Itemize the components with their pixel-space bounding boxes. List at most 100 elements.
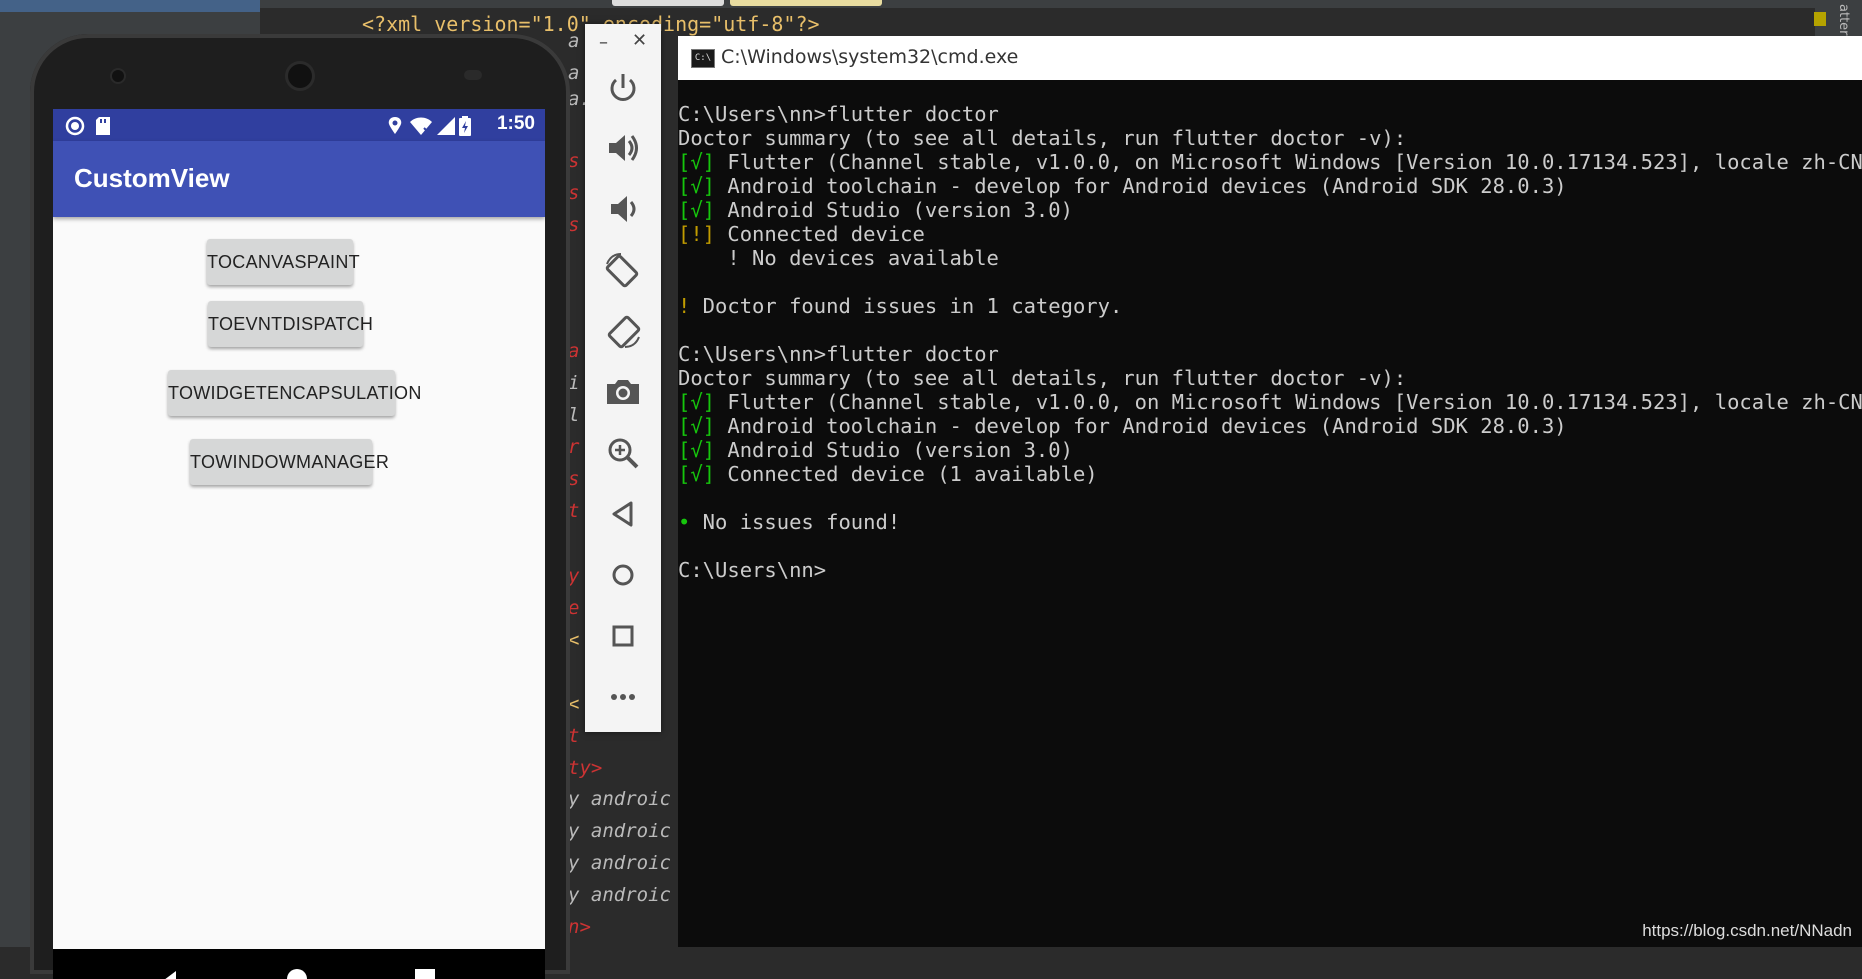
battery-icon	[459, 116, 471, 136]
signal-icon	[437, 117, 455, 135]
cmd-line: ! Doctor found issues in 1 category.	[678, 294, 1862, 318]
phone-camera	[112, 70, 124, 82]
ide-tab-active[interactable]	[730, 0, 882, 6]
cmd-text-segment: [√]	[678, 174, 716, 198]
cmd-text-segment: [√]	[678, 414, 716, 438]
cmd-line	[678, 318, 1862, 342]
camera-icon[interactable]	[603, 372, 643, 412]
cmd-line: [!] Connected device	[678, 222, 1862, 246]
cmd-text-segment: Doctor summary (to see all details, run …	[678, 366, 1407, 390]
cmd-line: [√] Connected device (1 available)	[678, 462, 1862, 486]
ide-code-fragment: y androic	[568, 884, 671, 906]
cmd-text-segment: Doctor summary (to see all details, run …	[678, 126, 1407, 150]
navigation-bar	[53, 949, 545, 979]
cmd-text-segment: No issues found!	[690, 510, 901, 534]
nav-back-icon[interactable]	[148, 969, 178, 979]
ide-tab-bar	[260, 0, 1862, 8]
cmd-text-segment: [√]	[678, 198, 716, 222]
cmd-text-segment: •	[678, 510, 691, 534]
ide-code-fragment: ty>	[568, 757, 603, 779]
cmd-line	[678, 534, 1862, 558]
app-bar: CustomView	[53, 141, 545, 217]
rotate-left-icon[interactable]	[603, 250, 643, 290]
cmd-text-segment: Connected device	[715, 222, 925, 246]
emulator-minimize-button[interactable]: –	[599, 32, 608, 53]
cmd-text-segment: Android toolchain - develop for Android …	[715, 414, 1567, 438]
cmd-line: [√] Android Studio (version 3.0)	[678, 438, 1862, 462]
cmd-text-segment: [√]	[678, 150, 716, 174]
cmd-line: [√] Android Studio (version 3.0)	[678, 198, 1862, 222]
cmd-line: Doctor summary (to see all details, run …	[678, 366, 1862, 390]
phone-screen[interactable]: 1:50 CustomView TOCANVASPAINT TOEVNTDISP…	[53, 109, 545, 979]
nav-overview-icon[interactable]	[413, 967, 437, 979]
cmd-text-segment: [√]	[678, 462, 716, 486]
zoom-icon[interactable]	[603, 433, 643, 473]
to-widget-encapsulation-button[interactable]: TOWIDGETENCAPSULATION	[168, 370, 421, 416]
cmd-text-segment: !	[678, 294, 691, 318]
cmd-text-segment: Flutter (Channel stable, v1.0.0, on Micr…	[715, 390, 1862, 414]
status-bar: 1:50	[53, 109, 545, 141]
power-icon[interactable]	[603, 68, 643, 108]
ide-code-fragment: n>	[568, 916, 591, 938]
cmd-text-segment: [√]	[678, 438, 716, 462]
more-icon[interactable]	[603, 677, 643, 717]
cmd-window[interactable]: C:\ C:\Windows\system32\cmd.exe C:\Users…	[678, 36, 1862, 947]
back-icon[interactable]	[603, 494, 643, 534]
cmd-text-segment: Android toolchain - develop for Android …	[715, 174, 1567, 198]
cmd-line: C:\Users\nn>flutter doctor	[678, 102, 1862, 126]
ide-code-fragment: y androic	[568, 852, 671, 874]
cmd-line: [√] Android toolchain - develop for Andr…	[678, 414, 1862, 438]
ide-code-fragment: a	[568, 30, 580, 52]
to-event-dispatch-button[interactable]: TOEVNTDISPATCH	[208, 301, 373, 347]
location-icon	[388, 117, 402, 134]
cmd-text-segment: ! No devices available	[678, 246, 999, 270]
phone-sensor	[464, 70, 482, 80]
cmd-text-segment: C:\Users\nn>flutter doctor	[678, 102, 999, 126]
app-title: CustomView	[74, 163, 230, 193]
cmd-text-segment: [√]	[678, 390, 716, 414]
cmd-output[interactable]: C:\Users\nn>flutter doctor Doctor summary…	[678, 102, 1862, 942]
cmd-line	[678, 270, 1862, 294]
rotate-right-icon[interactable]	[603, 311, 643, 351]
home-icon[interactable]	[603, 555, 643, 595]
cmd-text-segment: C:\Users\nn>flutter doctor	[678, 342, 999, 366]
cmd-text-segment: Android Studio (version 3.0)	[715, 438, 1073, 462]
overview-icon[interactable]	[603, 616, 643, 656]
ide-side-label[interactable]: atter	[1836, 4, 1851, 36]
phone-speaker	[288, 64, 312, 88]
cmd-text-segment: Connected device (1 available)	[715, 462, 1098, 486]
sd-card-icon	[96, 117, 110, 135]
emulator-toolbar: – ✕	[585, 24, 661, 732]
cmd-text-segment: Flutter (Channel stable, v1.0.0, on Micr…	[715, 150, 1862, 174]
cmd-line: • No issues found!	[678, 510, 1862, 534]
cmd-line	[678, 486, 1862, 510]
to-window-manager-button[interactable]: TOWINDOWMANAGER	[190, 439, 389, 485]
cmd-line: [√] Android toolchain - develop for Andr…	[678, 174, 1862, 198]
nav-home-icon[interactable]	[285, 967, 309, 979]
volume-down-icon[interactable]	[603, 189, 643, 229]
watermark: https://blog.csdn.net/NNadn	[1642, 921, 1852, 940]
emulator-close-button[interactable]: ✕	[632, 30, 647, 51]
android-emulator-phone: 1:50 CustomView TOCANVASPAINT TOEVNTDISP…	[30, 34, 570, 979]
ide-code-fragment: a	[568, 62, 580, 84]
ide-code-fragment: y androic	[568, 820, 671, 842]
cmd-app-icon: C:\	[691, 49, 715, 68]
ide-code-fragment: y androic	[568, 788, 671, 810]
cmd-line: [√] Flutter (Channel stable, v1.0.0, on …	[678, 150, 1862, 174]
ide-warning-marker	[1814, 12, 1826, 26]
cmd-titlebar[interactable]: C:\ C:\Windows\system32\cmd.exe	[678, 36, 1862, 80]
cmd-line: ! No devices available	[678, 246, 1862, 270]
cmd-line: [√] Flutter (Channel stable, v1.0.0, on …	[678, 390, 1862, 414]
wifi-icon	[410, 117, 432, 135]
volume-up-icon[interactable]	[603, 128, 643, 168]
cmd-window-title: C:\Windows\system32\cmd.exe	[721, 46, 1019, 68]
cmd-text-segment: Android Studio (version 3.0)	[715, 198, 1073, 222]
cmd-text-segment: [!]	[678, 222, 716, 246]
cmd-line: C:\Users\nn>flutter doctor	[678, 342, 1862, 366]
cmd-text-segment: C:\Users\nn>	[678, 558, 827, 582]
to-canvas-paint-button[interactable]: TOCANVASPAINT	[207, 239, 360, 285]
notification-circle-icon	[65, 116, 85, 136]
cmd-line: Doctor summary (to see all details, run …	[678, 126, 1862, 150]
status-time: 1:50	[496, 113, 535, 134]
cmd-line: C:\Users\nn>	[678, 558, 1862, 582]
